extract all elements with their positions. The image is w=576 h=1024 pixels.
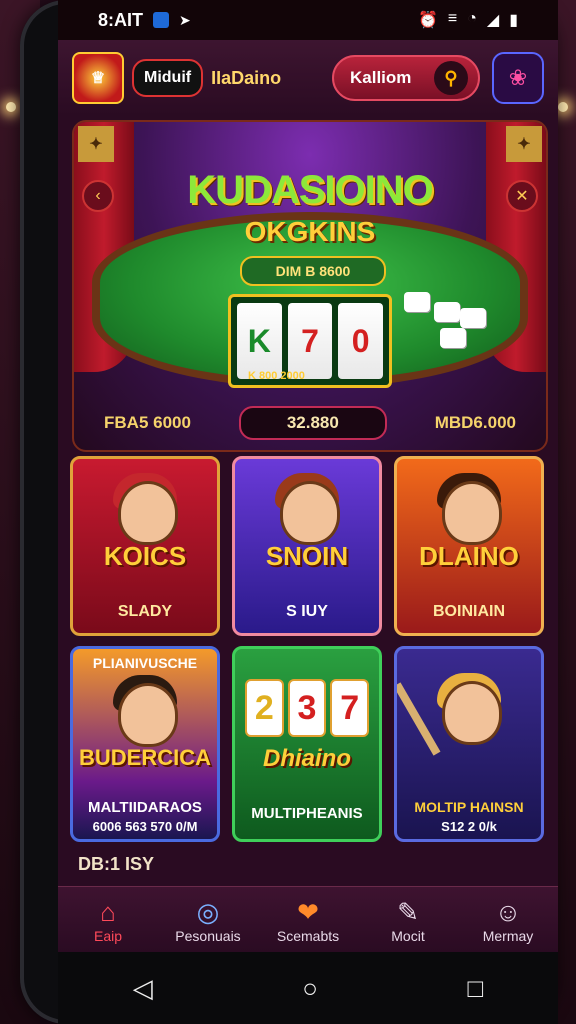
game-subtext: S12 2 0/k [441,819,497,834]
signal-icon: ◢ [486,12,500,29]
game-card[interactable]: DLAINO BOINIAIN [394,456,544,636]
search-label: Kalliom [350,68,412,87]
alarm-icon: ⏰ [417,12,438,29]
hero-subtitle: OKGKINS [244,216,376,247]
game-header: PLIANIVUSCHE [92,655,198,671]
nav-item-chat[interactable]: ❤ Scemabts [258,887,358,953]
stage-light [558,102,568,112]
wifi-icon: ◔ [467,10,477,27]
nav-item-document[interactable]: ✎ Mocit [358,887,458,953]
recents-icon[interactable]: □ [468,973,484,1004]
battery-icon: ▮ [509,12,518,29]
slot-reel: 7 [330,679,370,737]
slot-reel: 2 [245,679,284,737]
target-icon: ◎ [196,897,220,927]
character-face [118,481,178,545]
brand-pill[interactable]: Miduif [132,59,204,97]
game-subtext: 6006 563 570 0/M [92,819,198,834]
search-icon[interactable]: ⚲ [434,61,468,95]
slot-reel: K [237,303,282,379]
stat-jackpot: 32.880 [238,406,387,440]
game-title: SNOIN [265,541,349,571]
home-circle-icon[interactable]: ○ [302,973,318,1004]
system-nav: ◁ ○ □ [58,952,558,1024]
nav-label: Eaip [93,928,123,944]
nav-label: Pesonuais [175,928,241,944]
dice-icon [460,308,486,328]
chat-icon: ❤ [297,897,319,927]
hero-stats: FBA5 6000 32.880 MBD6.000 [74,406,546,440]
character-face [118,683,178,747]
game-title: DLAINO [419,541,519,571]
game-label: BOINIAIN [433,603,505,620]
nav-item-profile[interactable]: ☺ Mermay [458,887,558,953]
back-icon[interactable]: ◁ [133,973,153,1004]
game-card[interactable]: PLIANIVUSCHE BUDERCICA MALTIIDARAOS 6006… [70,646,220,842]
stat-left: FBA5 6000 [104,413,191,432]
phone-frame: 8:AIT ➤ ⏰ ≡ ◔ ◢ ▮ ♕ Miduif IIaDaino Kall… [20,0,558,1024]
app-screen: 8:AIT ➤ ⏰ ≡ ◔ ◢ ▮ ♕ Miduif IIaDaino Kall… [58,0,558,1024]
home-icon: ⌂ [100,897,116,927]
dice-icon [434,302,460,322]
nav-item-personal[interactable]: ◎ Pesonuais [158,887,258,953]
game-card[interactable]: MOLTIP HAINSN S12 2 0/k [394,646,544,842]
bottom-nav: ⌂ Eaip ◎ Pesonuais ❤ Scemabts ✎ Mocit ☺ … [58,886,558,953]
game-label: MALTIIDARAOS [88,799,202,816]
location-icon: ➤ [179,11,191,28]
gift-icon[interactable]: ❀ [492,52,544,104]
nav-label: Mermay [482,928,534,944]
slot-reel: 7 [287,303,333,379]
torch-icon [397,682,441,756]
profile-icon: ☺ [494,897,522,927]
corner-ornament-icon: ✦ [78,126,114,162]
document-icon: ✎ [397,897,419,927]
game-label: MOLTIP HAINSN [414,799,524,815]
game-title: KOICS [103,541,187,571]
status-bar: 8:AIT ➤ ⏰ ≡ ◔ ◢ ▮ [58,0,558,40]
corner-ornament-icon: ✦ [506,126,542,162]
top-bar: ♕ Miduif IIaDaino Kalliom ⚲ ❀ [58,40,558,116]
dice-icon [404,292,430,312]
stage-light [6,102,16,112]
hero-banner[interactable]: ✦ ✦ ‹ ✕ KUDASIOINO OKGKINS DIM B 8600 K … [72,120,548,452]
game-card[interactable]: KOICS SLADY [70,456,220,636]
app-icon [153,12,169,28]
slot-reel: 3 [287,679,327,737]
game-card[interactable]: SNOIN S IUY [232,456,382,636]
app-logo[interactable]: ♕ [72,52,124,104]
game-card[interactable]: 2 3 7 Dhiaino MULTIPHEANIS [232,646,382,842]
character-face [280,481,340,545]
slot-reels: 2 3 7 [245,679,370,737]
footer-text: DB:1 ISY [78,854,155,874]
status-time: 8:AIT [98,9,143,30]
vibrate-icon: ≡ [447,10,458,27]
hero-badge: DIM B 8600 [240,256,386,286]
slot-reel: 0 [338,303,384,379]
game-title: BUDERCICA [79,745,211,770]
brand-name: IIaDaino [211,67,282,88]
slot-number: K 800 2000 [248,370,305,382]
character-face [442,481,502,545]
hero-title: KUDASIOINO [187,168,434,212]
character-face [442,681,502,745]
dice-icon [440,328,466,348]
nav-label: Scemabts [276,928,340,944]
nav-item-home[interactable]: ⌂ Eaip [58,887,158,953]
game-title: Dhiaino [263,745,351,772]
game-label: SLADY [117,603,173,620]
game-label: S IUY [286,603,328,620]
game-label: MULTIPHEANIS [251,805,363,822]
search-button[interactable]: Kalliom ⚲ [332,55,480,101]
nav-label: Mocit [391,928,425,944]
stat-right: MBD6.000 [434,413,516,432]
